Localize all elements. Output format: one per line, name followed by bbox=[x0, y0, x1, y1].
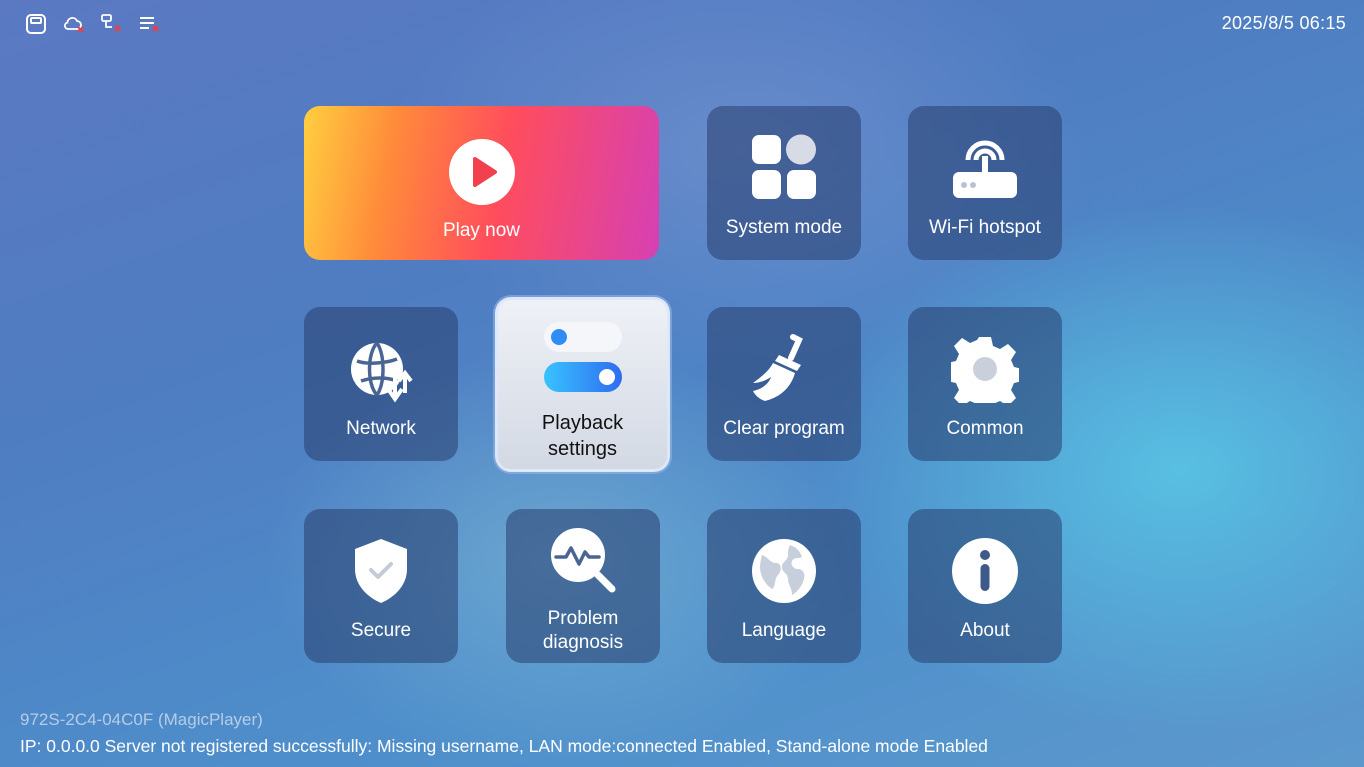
sync-error-icon bbox=[101, 14, 121, 32]
cloud-disconnected-icon bbox=[64, 17, 84, 33]
language-tile[interactable]: Language bbox=[707, 509, 861, 663]
problem-diagnosis-tile[interactable]: Problem diagnosis bbox=[506, 509, 660, 663]
diagnosis-magnifier-icon bbox=[551, 528, 616, 593]
problem-diagnosis-line2: diagnosis bbox=[542, 632, 624, 653]
common-label: Common bbox=[946, 418, 1024, 439]
system-mode-label: System mode bbox=[725, 217, 843, 238]
clear-program-label: Clear program bbox=[723, 418, 845, 439]
common-tile[interactable]: Common bbox=[908, 307, 1062, 461]
network-tile[interactable]: Network bbox=[304, 307, 458, 461]
problem-diagnosis-line1: Problem bbox=[547, 608, 619, 629]
list-error-icon bbox=[140, 17, 159, 32]
info-icon bbox=[952, 538, 1018, 604]
play-now-label: Play now bbox=[442, 220, 521, 241]
network-globe-icon bbox=[351, 341, 413, 403]
clear-program-tile[interactable]: Clear program bbox=[707, 307, 861, 461]
play-icon bbox=[448, 139, 515, 205]
language-label: Language bbox=[741, 620, 827, 641]
footer: 972S-2C4-04C0F (MagicPlayer) IP: 0.0.0.0… bbox=[20, 710, 988, 757]
toggle-switches-icon bbox=[543, 322, 622, 392]
playback-settings-label: Playback settings bbox=[498, 410, 667, 462]
globe-icon bbox=[752, 539, 816, 603]
wifi-hotspot-tile[interactable]: Wi-Fi hotspot bbox=[908, 106, 1062, 260]
broom-icon bbox=[753, 334, 803, 401]
about-tile[interactable]: About bbox=[908, 509, 1062, 663]
play-now-tile[interactable]: Play now bbox=[304, 106, 659, 260]
secure-label: Secure bbox=[350, 620, 412, 641]
router-icon bbox=[953, 140, 1017, 198]
grid-apps-icon bbox=[752, 134, 816, 199]
secure-tile[interactable]: Secure bbox=[304, 509, 458, 663]
device-id: 972S-2C4-04C0F (MagicPlayer) bbox=[20, 710, 263, 729]
problem-diagnosis-label: Problem diagnosis bbox=[506, 607, 660, 655]
network-status-text: IP: 0.0.0.0 Server not registered succes… bbox=[20, 736, 988, 756]
playback-settings-line1: Playback bbox=[541, 412, 624, 434]
wifi-hotspot-label: Wi-Fi hotspot bbox=[929, 217, 1041, 238]
playback-settings-tile[interactable]: Playback settings bbox=[495, 297, 670, 472]
status-bar-icons bbox=[24, 12, 162, 36]
about-label: About bbox=[960, 620, 1010, 641]
storage-icon bbox=[26, 14, 46, 34]
datetime: 2025/8/5 06:15 bbox=[1221, 13, 1346, 33]
system-mode-tile[interactable]: System mode bbox=[707, 106, 861, 260]
gear-icon bbox=[951, 337, 1019, 403]
shield-check-icon bbox=[355, 539, 407, 603]
playback-settings-line2: settings bbox=[548, 438, 617, 460]
network-label: Network bbox=[346, 418, 416, 439]
